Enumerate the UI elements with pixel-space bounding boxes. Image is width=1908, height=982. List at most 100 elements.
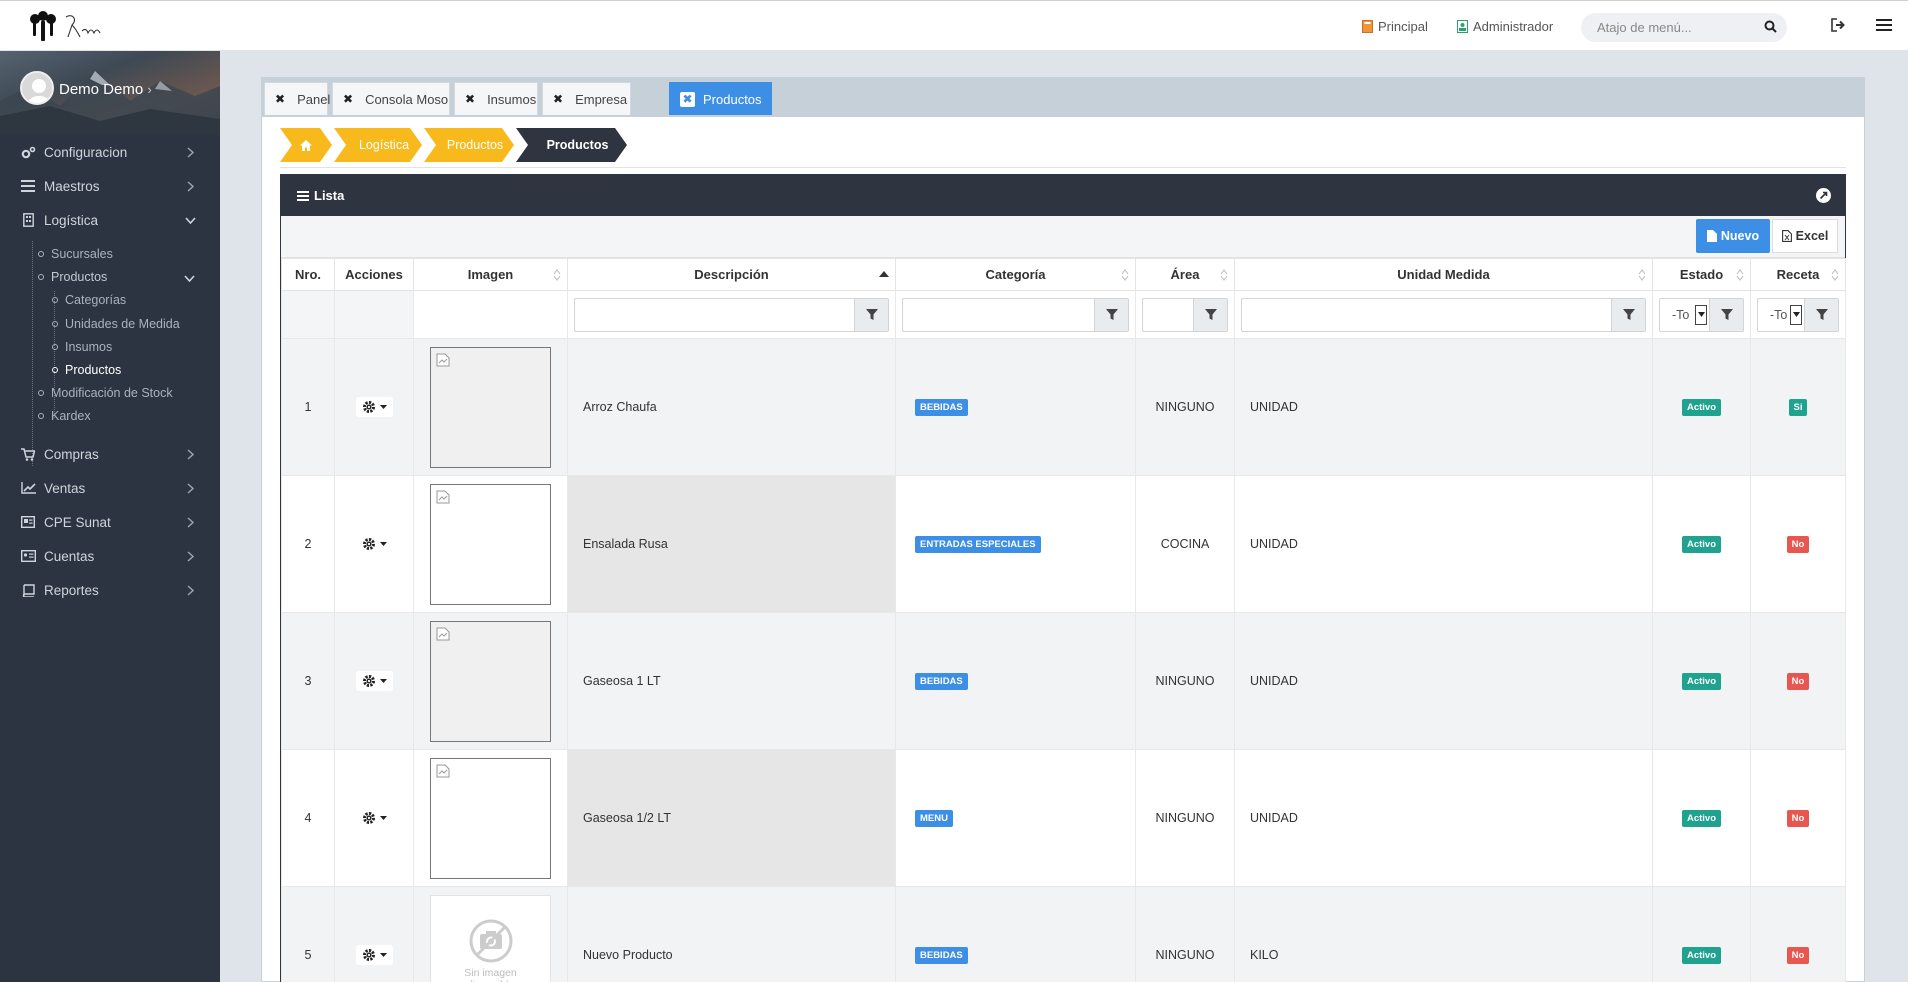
hamburger-menu-icon[interactable] — [1876, 18, 1892, 32]
header-acciones: Acciones — [334, 258, 414, 291]
close-icon[interactable]: ✖ — [553, 92, 563, 106]
sidebar-item-reportes[interactable]: Reportes — [0, 573, 220, 607]
sidebar-item-configuracion[interactable]: Configuracion — [0, 135, 220, 169]
recipe-badge: No — [1786, 809, 1810, 827]
content-frame: ✖ Panel ✖ Consola Moso ✖ Insumos ✖ Empresa ✖… — [261, 77, 1865, 982]
chevron-down-icon — [184, 275, 195, 282]
header-imagen[interactable]: Imagen — [413, 258, 568, 291]
actions-dropdown[interactable] — [355, 534, 393, 554]
new-button[interactable]: Nuevo — [1696, 219, 1770, 253]
close-icon[interactable]: ✖ — [680, 91, 695, 107]
book-icon — [20, 583, 36, 597]
table-row[interactable]: 1 Arroz Chaufa BEBIDAS NINGUNO UNIDAD Ac… — [281, 338, 1846, 476]
filter-area-input[interactable] — [1143, 299, 1193, 331]
tab-consola-moso[interactable]: ✖ Consola Moso — [332, 82, 450, 115]
principal-link[interactable]: Principal — [1362, 19, 1428, 34]
chevron-right-icon — [187, 181, 194, 192]
status-badge: Activo — [1681, 535, 1722, 553]
filter-estado-select[interactable]: -To — [1660, 299, 1709, 331]
table-row[interactable]: 2 Ensalada Rusa ENTRADAS ESPECIALES COCI… — [281, 475, 1846, 613]
close-icon[interactable]: ✖ — [343, 92, 353, 106]
filter-receta-select[interactable]: -To — [1758, 299, 1804, 331]
header-categoria[interactable]: Categoría — [895, 258, 1136, 291]
product-image — [430, 757, 551, 879]
panel-title: Lista — [314, 188, 345, 203]
category-badge: BEBIDAS — [915, 398, 968, 416]
category-badge: BEBIDAS — [915, 672, 968, 690]
sort-icon — [1638, 269, 1646, 281]
header-estado[interactable]: Estado — [1652, 258, 1751, 291]
sidebar-item-sucursales[interactable]: Sucursales — [38, 247, 113, 261]
sidebar-item-modificacion-stock[interactable]: Modificación de Stock — [38, 386, 173, 400]
actions-dropdown[interactable] — [355, 945, 393, 965]
caret-down-icon — [1790, 304, 1802, 325]
search-icon[interactable] — [1764, 20, 1777, 33]
sidebar-item-ventas[interactable]: Ventas — [0, 471, 220, 505]
collapse-icon[interactable] — [1816, 188, 1831, 203]
breadcrumb-productos-group[interactable]: Productos — [436, 128, 514, 162]
filter-icon[interactable] — [1804, 298, 1838, 331]
sidebar: Demo Demo › Configuracion Maestros Logís… — [0, 51, 220, 982]
sidebar-item-kardex[interactable]: Kardex — [38, 409, 91, 423]
sidebar-item-productos[interactable]: Productos — [52, 363, 121, 377]
recipe-badge: No — [1786, 946, 1810, 964]
actions-dropdown[interactable] — [355, 808, 393, 828]
list-icon — [20, 180, 36, 192]
list-panel: Lista Nuevo Excel Nro. Acciones Imagen D… — [280, 174, 1846, 982]
user-profile[interactable]: Demo Demo › — [0, 51, 220, 135]
table-row[interactable]: 3 Gaseosa 1 LT BEBIDAS NINGUNO UNIDAD Ac… — [281, 612, 1846, 750]
broken-image-icon — [436, 627, 450, 640]
filter-icon[interactable] — [1709, 298, 1743, 331]
logout-icon[interactable] — [1831, 18, 1846, 32]
top-bar: Principal Administrador — [0, 0, 1908, 51]
sidebar-item-compras[interactable]: Compras — [0, 437, 220, 471]
menu-search-input[interactable] — [1581, 13, 1751, 42]
building-icon — [20, 213, 36, 227]
file-icon — [1706, 230, 1717, 242]
sidebar-item-unidades-medida[interactable]: Unidades de Medida — [52, 317, 180, 331]
tab-panel[interactable]: ✖ Panel — [264, 82, 330, 115]
sidebar-item-logistica[interactable]: Logística — [0, 203, 220, 237]
restaurant-logo[interactable] — [28, 11, 118, 43]
tab-empresa[interactable]: ✖ Empresa — [542, 82, 631, 115]
breadcrumb-logistica[interactable]: Logística — [346, 128, 422, 162]
sidebar-item-maestros[interactable]: Maestros — [0, 169, 220, 203]
filter-icon[interactable] — [1094, 298, 1128, 331]
breadcrumb-productos-current: Productos — [546, 138, 609, 152]
sidebar-item-insumos[interactable]: Insumos — [52, 340, 112, 354]
category-badge: BEBIDAS — [915, 946, 968, 964]
gear-icon — [362, 538, 375, 550]
filter-row: -To -To — [281, 290, 1846, 339]
tab-productos[interactable]: ✖ Productos — [669, 82, 772, 115]
administrador-link[interactable]: Administrador — [1457, 19, 1553, 34]
tab-insumos[interactable]: ✖ Insumos — [454, 82, 538, 115]
breadcrumb-home[interactable] — [292, 128, 320, 162]
actions-dropdown[interactable] — [355, 671, 393, 691]
products-table: Nro. Acciones Imagen Descripción Categor… — [281, 258, 1846, 982]
header-descripcion[interactable]: Descripción — [567, 258, 896, 291]
filter-icon[interactable] — [854, 298, 888, 331]
sidebar-item-cuentas[interactable]: Cuentas — [0, 539, 220, 573]
filter-icon[interactable] — [1611, 298, 1645, 331]
filter-descripcion-input[interactable] — [575, 299, 854, 331]
filter-unidad-input[interactable] — [1242, 299, 1611, 331]
category-badge: MENU — [915, 809, 953, 827]
card-icon — [20, 550, 36, 562]
close-icon[interactable]: ✖ — [465, 92, 475, 106]
header-unidad-medida[interactable]: Unidad Medida — [1234, 258, 1653, 291]
sidebar-item-categorias[interactable]: Categorías — [52, 293, 126, 307]
chevron-down-icon — [185, 217, 196, 224]
sidebar-item-cpe-sunat[interactable]: CPE Sunat — [0, 505, 220, 539]
sidebar-item-productos-group[interactable]: Productos — [38, 270, 107, 284]
header-area[interactable]: Área — [1135, 258, 1235, 291]
actions-dropdown[interactable] — [355, 397, 393, 417]
filter-categoria-input[interactable] — [903, 299, 1094, 331]
excel-button[interactable]: Excel — [1772, 219, 1838, 253]
header-receta[interactable]: Receta — [1750, 258, 1846, 291]
table-row[interactable]: 5 Sin imagen disponible Nuevo Producto B… — [281, 886, 1846, 982]
close-icon[interactable]: ✖ — [275, 92, 285, 106]
gear-icon — [362, 812, 375, 824]
filter-icon[interactable] — [1193, 298, 1227, 331]
table-row[interactable]: 4 Gaseosa 1/2 LT MENU NINGUNO UNIDAD Act… — [281, 749, 1846, 887]
gear-icon — [362, 675, 375, 687]
